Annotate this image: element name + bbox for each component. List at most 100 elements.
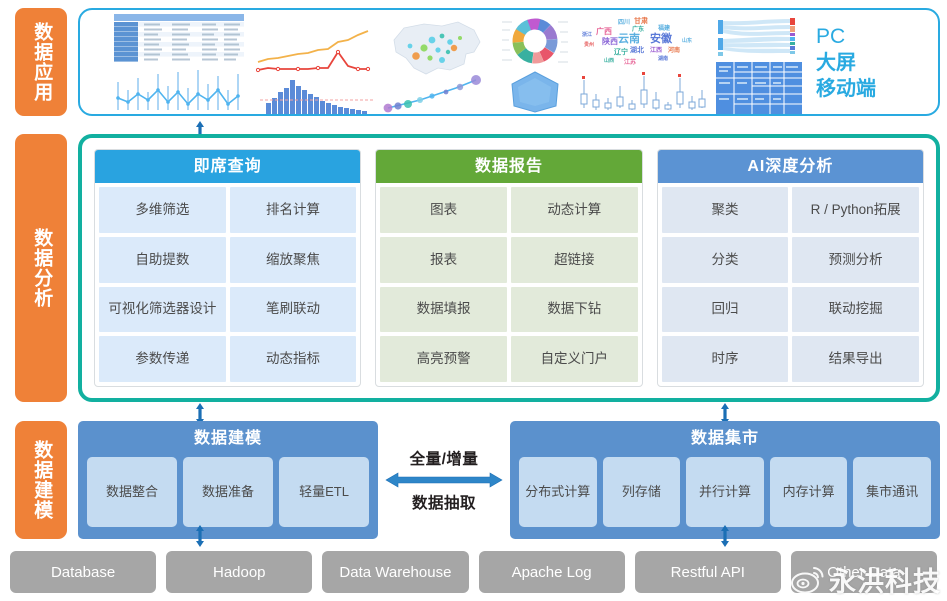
feature-cell[interactable]: 联动挖掘 [792, 286, 919, 333]
chip[interactable]: 数据整合 [87, 457, 177, 527]
svg-text:江苏: 江苏 [624, 58, 636, 66]
chip[interactable]: 数据准备 [183, 457, 273, 527]
card-feature-grid: 多维筛选 排名计算 自助提数 缩放聚焦 可视化筛选器设计 笔刷联动 参数传递 动… [95, 183, 360, 386]
source-restful-api[interactable]: Restful API [634, 551, 781, 593]
table-chart-thumb [114, 14, 244, 62]
svg-text:四川: 四川 [618, 19, 630, 26]
card-title: 数据报告 [376, 150, 642, 183]
svg-text:广东: 广东 [632, 25, 644, 33]
chip[interactable]: 并行计算 [686, 457, 764, 527]
svg-text:江西: 江西 [650, 46, 662, 54]
device-large-screen: 大屏 [816, 51, 856, 74]
svg-text:山东: 山东 [682, 37, 692, 44]
feature-cell[interactable]: R / Python拓展 [792, 187, 919, 233]
feature-cell[interactable]: 超链接 [510, 236, 638, 283]
data-modeling-box: 数据建模 数据整合 数据准备 轻量ETL [78, 421, 378, 539]
chip[interactable]: 列存储 [602, 457, 681, 527]
column-line-chart-thumb [116, 70, 240, 110]
svg-text:浙江: 浙江 [582, 31, 592, 38]
svg-text:河南: 河南 [668, 46, 680, 54]
card-title: AI深度分析 [657, 150, 923, 183]
card-title: 即席查询 [95, 150, 361, 183]
feature-cell[interactable]: 动态计算 [510, 187, 638, 233]
data-source-row: Database Hadoop Data Warehouse Apache Lo… [10, 551, 938, 593]
svg-text:广西: 广西 [596, 26, 612, 36]
arrow-label-bottom: 数据抽取 [411, 495, 476, 512]
sankey-diagram-thumb [718, 18, 795, 56]
card-feature-grid: 聚类 R / Python拓展 分类 预测分析 回归 联动挖掘 时序 结果导出 [658, 183, 923, 386]
radar-chart-thumb [511, 71, 559, 113]
histogram-chart-thumb [260, 80, 374, 114]
feature-cell[interactable]: 多维筛选 [99, 187, 226, 233]
feature-cell[interactable]: 笔刷联动 [229, 286, 357, 333]
bubble-trend-thumb [383, 75, 481, 113]
connector-arrow-sources-modeling-right [721, 525, 729, 547]
device-list: PC 大屏 移动端 [802, 10, 938, 114]
feature-cell[interactable]: 预测分析 [792, 236, 919, 283]
feature-cell[interactable]: 自定义门户 [510, 336, 638, 382]
data-mart-box: 数据集市 分布式计算 列存储 并行计算 内存计算 集市通讯 [510, 421, 940, 539]
svg-text:福建: 福建 [657, 24, 671, 32]
card-ai-deep-analysis: AI深度分析 聚类 R / Python拓展 分类 预测分析 回归 联动挖掘 时… [656, 149, 924, 387]
chip[interactable]: 内存计算 [769, 457, 848, 527]
feature-cell[interactable]: 排名计算 [229, 187, 357, 233]
box-title: 数据集市 [690, 430, 759, 447]
chip[interactable]: 轻量ETL [279, 457, 369, 527]
sidebar-item-data-analysis: 数据分析 [15, 134, 67, 402]
feature-cell[interactable]: 图表 [380, 187, 507, 233]
word-cloud-thumb: 云南 安徽 广西 陕西 四川 甘肃 广东 辽宁 湖北 福建 江西 河南 浙江 贵… [582, 16, 692, 66]
application-layer-panel: 云南 安徽 广西 陕西 四川 甘肃 广东 辽宁 湖北 福建 江西 河南 浙江 贵… [78, 8, 940, 116]
svg-text:云南: 云南 [618, 31, 640, 45]
device-pc: PC [816, 24, 846, 48]
svg-text:贵州: 贵州 [584, 41, 594, 48]
feature-cell[interactable]: 数据填报 [380, 286, 507, 333]
feature-cell[interactable]: 聚类 [661, 187, 789, 233]
feature-cell[interactable]: 报表 [380, 236, 507, 283]
feature-cell[interactable]: 自助提数 [99, 236, 226, 283]
chip[interactable]: 分布式计算 [519, 457, 597, 527]
chip-group: 数据整合 数据准备 轻量ETL [78, 457, 378, 539]
sidebar-item-label: 数据分析 [31, 228, 53, 308]
svg-text:湖南: 湖南 [658, 55, 668, 62]
treemap-chart-thumb [716, 62, 802, 114]
feature-cell[interactable]: 分类 [661, 236, 789, 283]
connector-arrow-sources-modeling-left [196, 525, 204, 547]
feature-cell[interactable]: 数据下钻 [510, 286, 638, 333]
feature-cell[interactable]: 动态指标 [229, 336, 357, 382]
sidebar-item-label: 数据应用 [31, 22, 53, 102]
source-apache-log[interactable]: Apache Log [478, 551, 625, 593]
feature-cell[interactable]: 参数传递 [99, 336, 226, 382]
analysis-layer-panel: 即席查询 多维筛选 排名计算 自助提数 缩放聚焦 可视化筛选器设计 笔刷联动 参… [78, 134, 940, 402]
svg-text:辽宁: 辽宁 [614, 47, 628, 56]
source-other-data[interactable]: Other Data [790, 551, 938, 593]
donut-chart-thumb [502, 18, 568, 64]
box-plot-thumb [580, 72, 706, 110]
box-title: 数据建模 [193, 430, 262, 447]
svg-text:甘肃: 甘肃 [634, 16, 648, 25]
china-map-bubble-thumb [393, 21, 481, 75]
data-extraction-arrow-group: 全量/增量 数据抽取 [378, 421, 510, 539]
svg-text:山西: 山西 [604, 57, 614, 64]
feature-cell[interactable]: 时序 [661, 336, 789, 382]
bidirectional-arrow-icon [385, 472, 503, 488]
source-hadoop[interactable]: Hadoop [166, 551, 313, 593]
svg-text:湖北: 湖北 [630, 45, 644, 54]
sidebar-item-data-modeling: 数据建模 [15, 421, 67, 539]
source-data-warehouse[interactable]: Data Warehouse [322, 551, 469, 593]
architecture-diagram: 数据应用 数据分析 数据建模 云南 安徽 广西 陕西 四川 甘肃 广东 辽宁 湖… [0, 0, 947, 601]
sidebar-item-label: 数据建模 [31, 440, 53, 520]
chart-thumbnail-strip: 云南 安徽 广西 陕西 四川 甘肃 广东 辽宁 湖北 福建 江西 河南 浙江 贵… [84, 10, 802, 114]
sidebar-item-data-application: 数据应用 [15, 8, 67, 116]
device-mobile: 移动端 [816, 77, 876, 100]
chip[interactable]: 集市通讯 [853, 457, 931, 527]
svg-text:陕西: 陕西 [602, 36, 618, 46]
feature-cell[interactable]: 结果导出 [792, 336, 919, 382]
source-database[interactable]: Database [10, 551, 157, 593]
feature-cell[interactable]: 可视化筛选器设计 [99, 286, 226, 333]
feature-cell[interactable]: 缩放聚焦 [229, 236, 357, 283]
card-data-report: 数据报告 图表 动态计算 报表 超链接 数据填报 数据下钻 高亮预警 自定义门户 [375, 149, 643, 387]
card-ad-hoc-query: 即席查询 多维筛选 排名计算 自助提数 缩放聚焦 可视化筛选器设计 笔刷联动 参… [94, 149, 362, 387]
feature-cell[interactable]: 回归 [661, 286, 789, 333]
modeling-layer: 数据建模 数据整合 数据准备 轻量ETL 全量/增量 数据抽取 数据集市 分布式… [78, 421, 940, 539]
feature-cell[interactable]: 高亮预警 [380, 336, 507, 382]
